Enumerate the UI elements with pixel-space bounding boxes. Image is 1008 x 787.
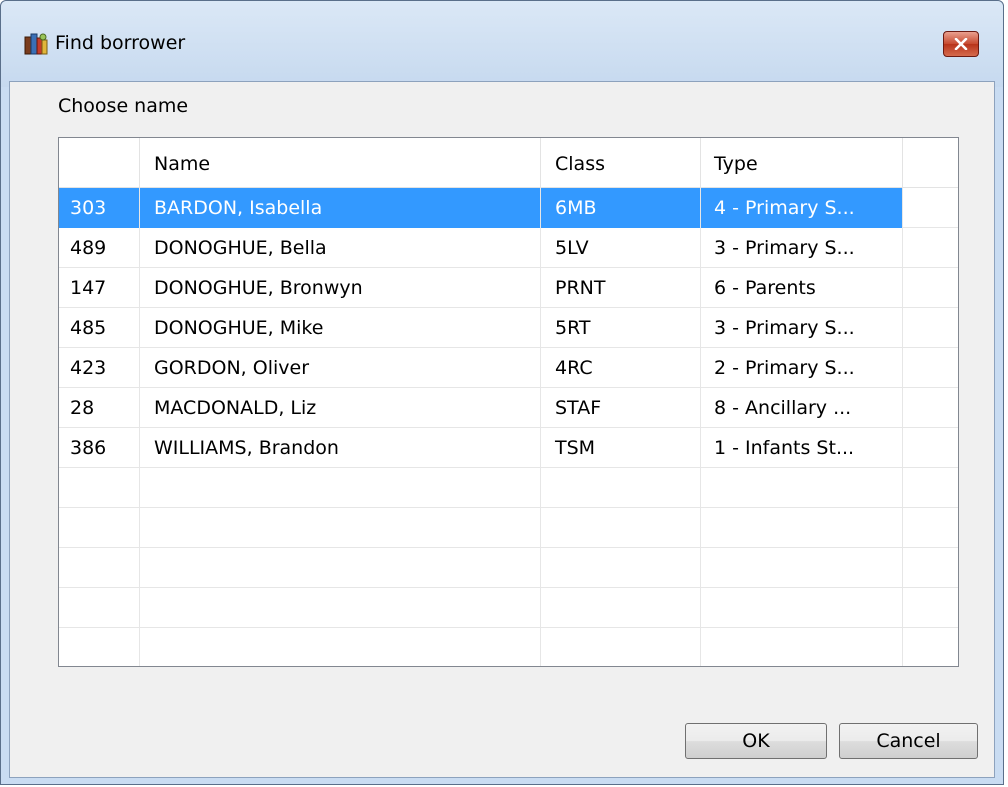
cell-filler <box>903 388 958 428</box>
cell-filler <box>903 428 958 468</box>
cell-type: 1 - Infants St... <box>701 428 903 468</box>
cell-id: 147 <box>59 268 140 308</box>
column-header-class[interactable]: Class <box>541 138 701 188</box>
column-header-type[interactable]: Type <box>701 138 903 188</box>
column-header-filler <box>903 138 958 188</box>
cell-name: DONOGHUE, Bronwyn <box>140 268 541 308</box>
cell-name: DONOGHUE, Mike <box>140 308 541 348</box>
table-row[interactable]: 303 BARDON, Isabella 6MB 4 - Primary S..… <box>59 188 958 228</box>
cell-type: 8 - Ancillary ... <box>701 388 903 428</box>
cell-filler <box>903 268 958 308</box>
close-button[interactable] <box>943 31 979 57</box>
cell-id: 303 <box>59 188 140 228</box>
title-bar[interactable]: Find borrower <box>1 1 1003 87</box>
table-row[interactable]: 485 DONOGHUE, Mike 5RT 3 - Primary S... <box>59 308 958 348</box>
cell-id: 423 <box>59 348 140 388</box>
cell-type: 4 - Primary S... <box>701 188 903 228</box>
cell-class: TSM <box>541 428 701 468</box>
cell-class: STAF <box>541 388 701 428</box>
grid-header: Name Class Type <box>59 138 958 188</box>
window-title: Find borrower <box>55 32 186 54</box>
choose-name-label: Choose name <box>58 95 189 117</box>
table-row[interactable]: 147 DONOGHUE, Bronwyn PRNT 6 - Parents <box>59 268 958 308</box>
cell-name: MACDONALD, Liz <box>140 388 541 428</box>
cell-id: 489 <box>59 228 140 268</box>
cell-type: 2 - Primary S... <box>701 348 903 388</box>
borrower-grid[interactable]: Name Class Type 303 BARDON, Isabella 6MB… <box>58 137 959 667</box>
close-icon <box>954 38 968 50</box>
empty-row <box>59 468 958 508</box>
cell-name: BARDON, Isabella <box>140 188 541 228</box>
cell-filler <box>903 348 958 388</box>
books-icon <box>23 31 49 57</box>
cell-type: 3 - Primary S... <box>701 228 903 268</box>
cell-name: WILLIAMS, Brandon <box>140 428 541 468</box>
empty-row <box>59 588 958 628</box>
column-header-name[interactable]: Name <box>140 138 541 188</box>
cell-type: 3 - Primary S... <box>701 308 903 348</box>
cell-class: PRNT <box>541 268 701 308</box>
cell-name: DONOGHUE, Bella <box>140 228 541 268</box>
find-borrower-window: Find borrower Choose name Name Class Typ… <box>0 0 1004 785</box>
cell-id: 485 <box>59 308 140 348</box>
empty-row <box>59 508 958 548</box>
table-row[interactable]: 423 GORDON, Oliver 4RC 2 - Primary S... <box>59 348 958 388</box>
cell-class: 5RT <box>541 308 701 348</box>
empty-row <box>59 628 958 666</box>
cell-filler <box>903 308 958 348</box>
ok-button[interactable]: OK <box>685 723 827 759</box>
cell-name: GORDON, Oliver <box>140 348 541 388</box>
cell-filler <box>903 228 958 268</box>
cell-class: 6MB <box>541 188 701 228</box>
table-row[interactable]: 28 MACDONALD, Liz STAF 8 - Ancillary ... <box>59 388 958 428</box>
cell-class: 5LV <box>541 228 701 268</box>
empty-row <box>59 548 958 588</box>
cancel-button[interactable]: Cancel <box>839 723 978 759</box>
cell-class: 4RC <box>541 348 701 388</box>
cell-id: 386 <box>59 428 140 468</box>
cell-filler <box>903 188 958 228</box>
column-header-id[interactable] <box>59 138 140 188</box>
table-row[interactable]: 386 WILLIAMS, Brandon TSM 1 - Infants St… <box>59 428 958 468</box>
cell-id: 28 <box>59 388 140 428</box>
cell-type: 6 - Parents <box>701 268 903 308</box>
table-row[interactable]: 489 DONOGHUE, Bella 5LV 3 - Primary S... <box>59 228 958 268</box>
dialog-body: Choose name Name Class Type 303 BARDON, … <box>9 81 995 778</box>
